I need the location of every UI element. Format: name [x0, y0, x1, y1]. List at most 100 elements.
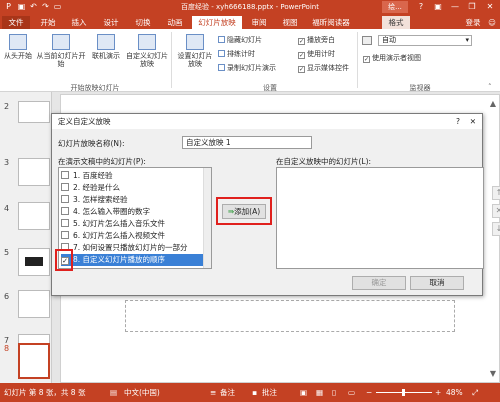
- hide-slide-button[interactable]: 隐藏幻灯片: [218, 35, 262, 45]
- list-item[interactable]: 5. 幻灯片怎么插入音乐文件: [61, 218, 201, 230]
- slideshow-view-icon[interactable]: ▭: [348, 383, 355, 402]
- restore-button[interactable]: ❐: [464, 0, 480, 14]
- thumbnail-slide-3[interactable]: [18, 158, 50, 186]
- presentation-slides-list[interactable]: 1. 百度经验 2. 经验是什么 3. 怎样搜索经验 4. 怎么输入带圈的数字 …: [58, 167, 212, 269]
- zoom-in-icon[interactable]: +: [435, 383, 441, 402]
- normal-view-icon[interactable]: ▣: [300, 383, 307, 402]
- monitor-dropdown[interactable]: 自动 ▾: [378, 35, 472, 46]
- rehearse-timings-button[interactable]: 排练计时: [218, 49, 255, 59]
- list-item[interactable]: 1. 百度经验: [61, 170, 201, 182]
- dialog-close-button[interactable]: ✕: [470, 114, 476, 129]
- slide-placeholder[interactable]: [125, 300, 455, 332]
- checkbox[interactable]: [61, 231, 69, 239]
- add-button[interactable]: ⇛添加(A): [222, 204, 266, 219]
- record-icon: [218, 64, 225, 71]
- checkbox[interactable]: [61, 195, 69, 203]
- slideshow-current-icon: [52, 34, 70, 50]
- tab-animations[interactable]: 动画: [161, 16, 189, 29]
- move-up-button[interactable]: ↑: [492, 186, 500, 200]
- list-item[interactable]: 7. 如何设置只播放幻灯片的一部分: [61, 242, 201, 254]
- custom-slideshow-button[interactable]: 自定义幻灯片放映: [125, 34, 169, 68]
- chevron-down-icon: ▾: [465, 36, 469, 44]
- fit-to-window-icon[interactable]: ⤢: [472, 383, 478, 402]
- thumbnail-slide-2[interactable]: [18, 101, 50, 123]
- checkbox[interactable]: [61, 207, 69, 215]
- define-custom-show-dialog: 定义自定义放映 ? ✕ 幻灯片放映名称(N): 自定义放映 1 在演示文稿中的幻…: [51, 113, 500, 296]
- account-icon[interactable]: ☺: [486, 16, 498, 29]
- start-from-beginning-button[interactable]: 从头开始: [3, 34, 33, 60]
- ribbon-display-icon[interactable]: ▣: [430, 0, 446, 14]
- help-button[interactable]: ?: [413, 0, 429, 14]
- hide-slide-icon: [218, 36, 225, 43]
- use-presenter-view-checkbox[interactable]: ✓ 使用演示者视图: [363, 53, 421, 63]
- thumb-number: 2: [4, 102, 10, 111]
- start-from-current-button[interactable]: 从当前幻灯片开始: [35, 34, 87, 68]
- thumbnail-slide-5[interactable]: [18, 248, 50, 276]
- tab-slideshow[interactable]: 幻灯片放映: [192, 16, 242, 29]
- thumbnail-slide-8[interactable]: [18, 343, 50, 379]
- slideshow-icon: [9, 34, 27, 50]
- timer-icon: [218, 50, 225, 57]
- tab-foxit-reader[interactable]: 福昕阅读器: [306, 16, 356, 29]
- use-timings-checkbox[interactable]: ✓ 使用计时: [298, 49, 335, 59]
- scroll-up-icon[interactable]: ▲: [490, 99, 496, 108]
- language-label[interactable]: 中文(中国): [124, 383, 160, 402]
- thumb-number: 4: [4, 204, 10, 213]
- zoom-level[interactable]: 48%: [446, 383, 463, 402]
- move-down-button[interactable]: ↓: [492, 222, 500, 236]
- group-start-label: 开始放映幻灯片: [70, 84, 120, 92]
- checkbox[interactable]: [61, 183, 69, 191]
- scroll-down-icon[interactable]: ▼: [490, 369, 496, 378]
- remove-button[interactable]: ✕: [492, 204, 500, 218]
- tab-format[interactable]: 格式: [382, 16, 410, 29]
- thumb-number-selected: 8: [4, 344, 10, 353]
- slide-sorter-icon[interactable]: ▦: [316, 383, 323, 402]
- minimize-button[interactable]: —: [447, 0, 463, 14]
- close-button[interactable]: ✕: [482, 0, 498, 14]
- tab-file[interactable]: 文件: [2, 16, 30, 29]
- ribbon: 从头开始 从当前幻灯片开始 联机演示 自定义幻灯片放映 开始放映幻灯片 设置幻灯…: [0, 29, 500, 92]
- dialog-title: 定义自定义放映: [58, 117, 111, 126]
- comments-button[interactable]: 批注: [262, 383, 277, 402]
- thumbnail-slide-6[interactable]: [18, 290, 50, 318]
- tab-transitions[interactable]: 切换: [129, 16, 157, 29]
- thumb-number: 5: [4, 248, 10, 257]
- list-item[interactable]: 3. 怎样搜索经验: [61, 194, 201, 206]
- record-slideshow-button[interactable]: 录制幻灯片演示: [218, 63, 276, 73]
- show-name-input[interactable]: 自定义放映 1: [182, 136, 312, 149]
- setup-icon: [186, 34, 204, 50]
- custom-show-slides-list[interactable]: [276, 167, 484, 269]
- tab-view[interactable]: 视图: [276, 16, 304, 29]
- list-scrollbar[interactable]: [203, 168, 211, 268]
- tab-insert[interactable]: 插入: [65, 16, 93, 29]
- play-narration-checkbox[interactable]: ✓ 播放旁白: [298, 35, 335, 45]
- thumbnail-slide-4[interactable]: [18, 202, 50, 230]
- tab-home[interactable]: 开始: [34, 16, 62, 29]
- list-item[interactable]: 4. 怎么输入带圈的数字: [61, 206, 201, 218]
- notes-button[interactable]: 备注: [220, 383, 235, 402]
- checkbox[interactable]: [61, 171, 69, 179]
- dialog-help-button[interactable]: ?: [456, 114, 460, 129]
- cancel-button[interactable]: 取消: [410, 276, 464, 290]
- zoom-out-icon[interactable]: −: [366, 383, 372, 402]
- checkbox[interactable]: [61, 219, 69, 227]
- left-list-label: 在演示文稿中的幻灯片(P):: [58, 157, 146, 166]
- status-bar: 幻灯片 第 8 张，共 8 张 ▤ 中文(中国) ≡ 备注 ▪ 批注 ▣ ▦ ▯…: [0, 383, 500, 402]
- tab-design[interactable]: 设计: [97, 16, 125, 29]
- zoom-slider-thumb[interactable]: [402, 389, 405, 396]
- list-item-selected[interactable]: ✓ 8. 自定义幻灯片播放的顺序: [61, 254, 205, 266]
- online-present-button[interactable]: 联机演示: [90, 34, 122, 60]
- tab-review[interactable]: 审阅: [245, 16, 273, 29]
- list-item[interactable]: 2. 经验是什么: [61, 182, 201, 194]
- title-bar: P ▣ ↶ ↷ ▭ 百度经验 - xyh666188.pptx - PowerP…: [0, 0, 500, 14]
- ok-button[interactable]: 确定: [352, 276, 406, 290]
- spellcheck-icon[interactable]: ▤: [110, 383, 117, 402]
- setup-slideshow-button[interactable]: 设置幻灯片放映: [175, 34, 215, 68]
- show-media-controls-checkbox[interactable]: ✓ 显示媒体控件: [298, 63, 349, 73]
- thumb-number: 6: [4, 292, 10, 301]
- collapse-ribbon-icon[interactable]: ˄: [488, 83, 492, 91]
- drawing-tools-label: 绘...: [382, 1, 408, 13]
- list-item[interactable]: 6. 幻灯片怎么插入视频文件: [61, 230, 201, 242]
- login-link[interactable]: 登录: [462, 16, 484, 29]
- reading-view-icon[interactable]: ▯: [332, 383, 336, 402]
